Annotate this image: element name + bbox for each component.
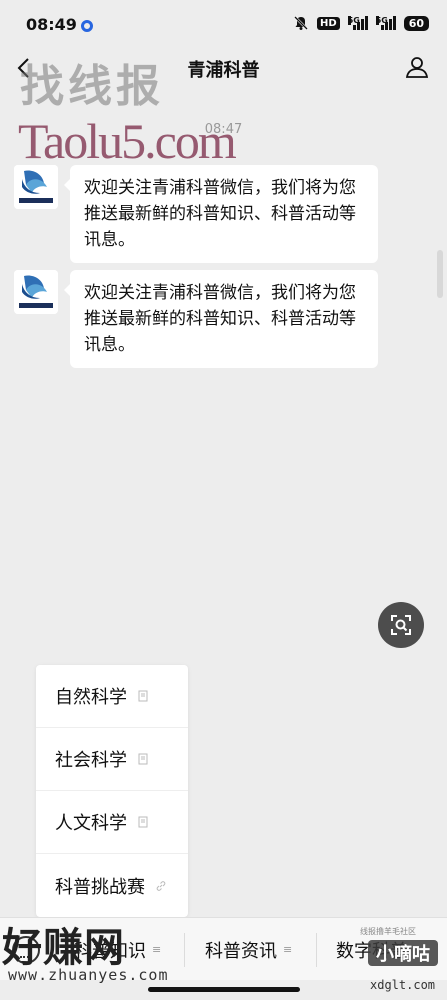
scan-button[interactable] xyxy=(378,602,424,648)
link-icon xyxy=(156,880,166,891)
menu-item-label: 自然科学 xyxy=(55,687,127,708)
status-time: 08:49 xyxy=(26,15,77,34)
watermark-text: 找线报 xyxy=(20,61,164,112)
doc-icon xyxy=(138,816,148,828)
status-bar: 08:49 HD 5G 5G 60 xyxy=(0,0,447,50)
watermark-text: Taolu5.com xyxy=(18,113,237,169)
menu-item-humanities[interactable]: 人文科学 xyxy=(36,791,188,854)
avatar[interactable] xyxy=(14,270,58,314)
doc-icon xyxy=(138,753,148,765)
watermark-text: www.zhuanyes.com xyxy=(8,966,169,984)
bell-muted-icon xyxy=(294,16,308,30)
menu-item-label: 科普挑战赛 xyxy=(55,876,145,898)
battery-indicator: 60 xyxy=(403,15,429,31)
menu-lines-icon: ≡ xyxy=(283,943,293,956)
status-indicators: HD 5G 5G 60 xyxy=(293,15,429,31)
tab-label: 科普资讯 xyxy=(205,940,277,962)
profile-icon[interactable] xyxy=(405,55,429,79)
chat-timestamp: 08:47 xyxy=(204,122,243,137)
tab-science-news[interactable]: 科普资讯 ≡ xyxy=(205,918,292,981)
watermark-text: 线报撸羊毛社区 xyxy=(360,927,416,936)
menu-item-science-challenge[interactable]: 科普挑战赛 xyxy=(36,854,188,917)
logo-icon xyxy=(14,165,58,209)
scan-icon xyxy=(391,615,411,635)
menu-item-social-science[interactable]: 社会科学 xyxy=(36,728,188,791)
avatar[interactable] xyxy=(14,165,58,209)
watermark-text: xdglt.com xyxy=(370,978,436,992)
submenu-popup: 自然科学 社会科学 人文科学 科普挑战赛 xyxy=(36,665,188,917)
hd-badge: HD xyxy=(317,16,340,30)
menu-item-natural-science[interactable]: 自然科学 xyxy=(36,665,188,728)
watermark-text: 小嘀咕 xyxy=(368,940,438,966)
menu-lines-icon: ≡ xyxy=(152,943,162,956)
logo-icon xyxy=(14,270,58,314)
app-indicator-icon xyxy=(81,20,93,32)
home-indicator[interactable] xyxy=(148,987,300,992)
signal-icon: 5G xyxy=(347,16,368,30)
signal-icon: 5G xyxy=(375,16,396,30)
menu-item-label: 社会科学 xyxy=(55,750,127,771)
doc-icon xyxy=(138,690,148,702)
message-bubble[interactable]: 欢迎关注青浦科普微信，我们将为您推送最新鲜的科普知识、科普活动等讯息。 xyxy=(64,270,378,368)
watermark-text: 好赚网 xyxy=(2,925,125,971)
scrollbar[interactable] xyxy=(437,250,443,298)
menu-item-label: 人文科学 xyxy=(55,813,127,834)
message-bubble[interactable]: 欢迎关注青浦科普微信，我们将为您推送最新鲜的科普知识、科普活动等讯息。 xyxy=(64,165,378,263)
divider xyxy=(184,933,185,967)
divider xyxy=(316,933,317,967)
